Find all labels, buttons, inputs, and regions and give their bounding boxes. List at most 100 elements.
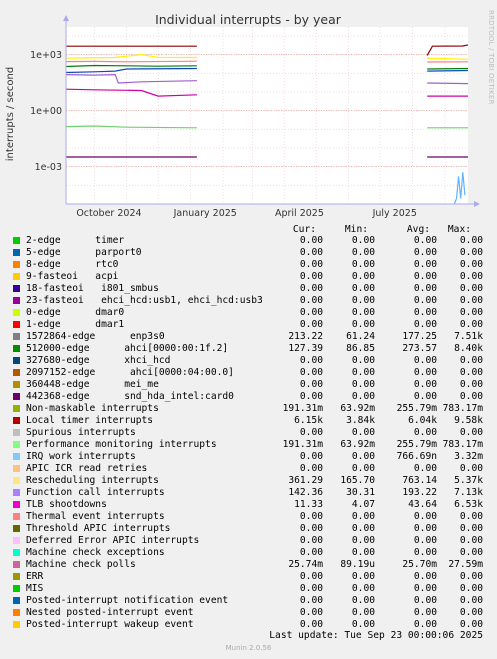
legend-min-value: 4.07 xyxy=(351,499,375,510)
legend-max-value: 8.40k xyxy=(454,343,483,354)
legend-row: 1-edge dmar1 0.00 0.00 0.00 0.00 xyxy=(0,319,497,331)
legend-swatch xyxy=(13,285,20,292)
munin-graph: Individual interrupts - by year interrup… xyxy=(0,0,497,659)
legend-row: TLB shootdowns 11.33 4.07 43.64 6.53k xyxy=(0,499,497,511)
legend-swatch xyxy=(13,321,20,328)
legend-row: 512000-edge ahci[0000:00:1f.2] 127.39 86.8… xyxy=(0,343,497,355)
y-axis-label: interrupts / second xyxy=(5,67,16,161)
legend-cur-value: 0.00 xyxy=(299,367,323,378)
legend-max-value: 6.53k xyxy=(454,499,483,510)
legend-min-value: 63.92m xyxy=(340,439,375,450)
legend-swatch xyxy=(13,369,20,376)
legend-label: Machine check exceptions xyxy=(26,547,165,558)
legend-label: IRQ work interrupts xyxy=(26,451,136,462)
legend-swatch xyxy=(13,357,20,364)
x-axis-arrow-icon xyxy=(474,201,480,207)
legend-min-value: 63.92m xyxy=(340,403,375,414)
legend-label: 1572864-edge enp3s0 xyxy=(26,331,165,342)
legend-max-value: 0.00 xyxy=(459,427,483,438)
legend-cur-value: 0.00 xyxy=(299,595,323,606)
legend-swatch xyxy=(13,249,20,256)
legend-swatch xyxy=(13,561,20,568)
legend-swatch xyxy=(13,261,20,268)
legend-min-value: 0.00 xyxy=(351,511,375,522)
legend-label: 5-edge parport0 xyxy=(26,247,142,258)
legend-min-value: 0.00 xyxy=(351,367,375,378)
legend-row: 18-fasteoi i801_smbus 0.00 0.00 0.00 0.00 xyxy=(0,283,497,295)
legend-row: Threshold APIC interrupts 0.00 0.00 0.00 0.0… xyxy=(0,523,497,535)
legend-max-value: 7.51k xyxy=(454,331,483,342)
rrdtool-credit: RRDTOOL / TOBI OETIKER xyxy=(487,10,495,105)
legend-swatch xyxy=(13,381,20,388)
legend-label: 1-edge dmar1 xyxy=(26,319,125,330)
series-line-4 xyxy=(65,64,197,68)
plot-area xyxy=(66,27,468,204)
legend-swatch xyxy=(13,621,20,628)
legend-cur-value: 191.31m xyxy=(282,403,323,414)
legend-label: 442368-edge snd_hda_intel:card0 xyxy=(26,391,234,402)
legend-cur-value: 0.00 xyxy=(299,235,323,246)
legend-label: 9-fasteoi acpi xyxy=(26,271,119,282)
legend-swatch xyxy=(13,585,20,592)
legend-cur-value: 0.00 xyxy=(299,523,323,534)
legend-min-value: 0.00 xyxy=(351,595,375,606)
legend-row: Posted-interrupt notification event 0.00 0… xyxy=(0,595,497,607)
legend-row: Deferred Error APIC interrupts 0.00 0.00 0.… xyxy=(0,535,497,547)
legend-swatch xyxy=(13,477,20,484)
legend-min-value: 0.00 xyxy=(351,391,375,402)
legend-cur-value: 0.00 xyxy=(299,583,323,594)
legend-swatch xyxy=(13,501,20,508)
series-line-6 xyxy=(427,82,469,85)
x-tick-label: July 2025 xyxy=(372,208,417,219)
legend-max-value: 0.00 xyxy=(459,511,483,522)
legend-max-value: 0.00 xyxy=(459,607,483,618)
header-min: Min: xyxy=(344,224,368,235)
legend-row: Rescheduling interrupts 361.29 165.70 763.1… xyxy=(0,475,497,487)
legend-max-value: 0.00 xyxy=(459,547,483,558)
legend-swatch xyxy=(13,573,20,580)
legend-cur-value: 0.00 xyxy=(299,283,323,294)
chart-title: Individual interrupts - by year xyxy=(155,12,342,27)
legend-row: Function call interrupts 142.36 30.31 193.2… xyxy=(0,487,497,499)
legend-max-value: 0.00 xyxy=(459,247,483,258)
legend-min-value: 0.00 xyxy=(351,547,375,558)
legend-label: 2-edge timer xyxy=(26,235,125,246)
legend-row: IRQ work interrupts 0.00 0.00 766.69n 3.32m xyxy=(0,451,497,463)
legend-min-value: 165.70 xyxy=(340,475,375,486)
legend-swatch xyxy=(13,237,20,244)
legend-swatch xyxy=(13,513,20,520)
header-max: Max: xyxy=(447,224,471,235)
legend-swatch xyxy=(13,405,20,412)
legend-swatch xyxy=(13,537,20,544)
legend-label: Thermal event interrupts xyxy=(26,511,165,522)
legend-row: 2-edge timer 0.00 0.00 0.00 0.00 xyxy=(0,235,497,247)
legend-max-value: 0.00 xyxy=(459,271,483,282)
legend-swatch xyxy=(13,393,20,400)
legend-max-value: 0.00 xyxy=(459,295,483,306)
legend-max-value: 0.00 xyxy=(459,583,483,594)
chart: Individual interrupts - by year interrup… xyxy=(5,12,480,219)
legend-label: 327680-edge xhci_hcd xyxy=(26,355,171,366)
legend-min-value: 0.00 xyxy=(351,523,375,534)
legend-label: 18-fasteoi i801_smbus xyxy=(26,283,159,294)
header-cur: Cur: xyxy=(292,224,316,235)
legend-label: TLB shootdowns xyxy=(26,499,107,510)
legend-label: Nested posted-interrupt event xyxy=(26,607,194,618)
legend-row: 8-edge rtc0 0.00 0.00 0.00 0.00 xyxy=(0,259,497,271)
legend-row: Machine check exceptions 0.00 0.00 0.00 0.00 xyxy=(0,547,497,559)
legend-label: Deferred Error APIC interrupts xyxy=(26,535,200,546)
legend-row: 0-edge dmar0 0.00 0.00 0.00 0.00 xyxy=(0,307,497,319)
legend-label: 360448-edge mei_me xyxy=(26,379,159,390)
legend-min-value: 30.31 xyxy=(346,487,375,498)
legend-min-value: 89.19u xyxy=(340,559,375,570)
legend-label: 8-edge rtc0 xyxy=(26,259,119,270)
legend-min-value: 0.00 xyxy=(351,355,375,366)
x-tick-label: January 2025 xyxy=(173,208,237,219)
legend-cur-value: 0.00 xyxy=(299,259,323,270)
legend-label: Machine check polls xyxy=(26,559,136,570)
legend-swatch xyxy=(13,525,20,532)
legend-row: Nested posted-interrupt event 0.00 0.00 0.0… xyxy=(0,607,497,619)
legend-cur-value: 0.00 xyxy=(299,319,323,330)
legend-max-value: 0.00 xyxy=(459,283,483,294)
legend-row: 360448-edge mei_me 0.00 0.00 0.00 0.00 xyxy=(0,379,497,391)
